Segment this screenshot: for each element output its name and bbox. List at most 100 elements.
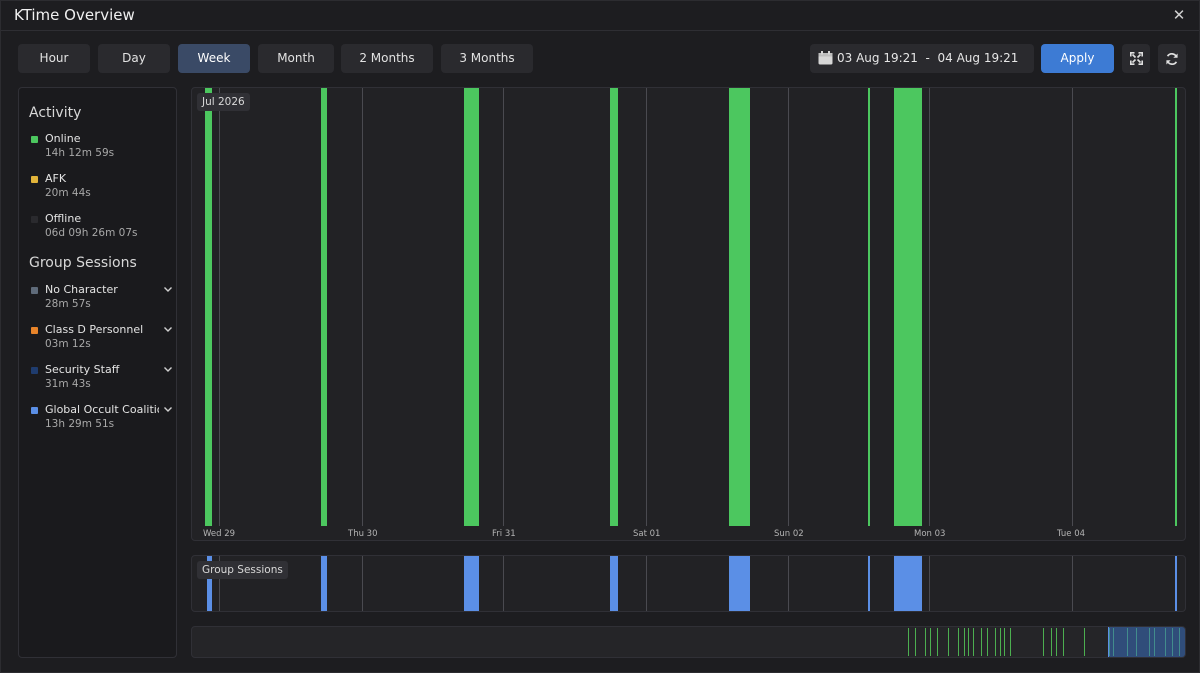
- day-label: Sun 02: [774, 529, 804, 539]
- apply-button[interactable]: Apply: [1041, 44, 1114, 73]
- legend-swatch: [31, 367, 38, 374]
- group-sessions-heading: Group Sessions: [29, 255, 137, 271]
- legend-duration: 20m 44s: [45, 187, 91, 199]
- day-label: Sat 01: [633, 529, 661, 539]
- navigator-activity-tick: [995, 628, 996, 656]
- online-session-bar[interactable]: [464, 88, 479, 526]
- navigator-activity-tick: [987, 628, 988, 656]
- legend-swatch: [31, 216, 38, 223]
- navigator-activity-tick: [915, 628, 916, 656]
- day-grid-line: [1072, 556, 1073, 611]
- legend-duration: 14h 12m 59s: [45, 147, 115, 159]
- legend-duration: 13h 29m 51s: [45, 418, 115, 430]
- date-range-text: 03 Aug 19:21 - 04 Aug 19:21: [837, 51, 1019, 65]
- online-session-bar[interactable]: [1175, 88, 1177, 526]
- legend-swatch: [31, 287, 38, 294]
- group-session-bar[interactable]: [321, 556, 327, 611]
- navigator-activity-tick: [930, 628, 931, 656]
- legend-duration: 31m 43s: [45, 378, 91, 390]
- day-label: Thu 30: [348, 529, 378, 539]
- day-grid-line: [1072, 88, 1073, 526]
- fullscreen-icon: [1129, 52, 1143, 65]
- legend-name: Global Occult Coalition: [45, 403, 159, 416]
- range-button-2-months[interactable]: 2 Months: [341, 44, 433, 73]
- chevron-down-icon[interactable]: [163, 364, 173, 374]
- navigator-activity-tick: [1010, 628, 1011, 656]
- group-session-bar[interactable]: [1175, 556, 1177, 611]
- day-grid-line: [646, 88, 647, 526]
- online-session-bar[interactable]: [729, 88, 750, 526]
- day-label: Fri 31: [492, 529, 516, 539]
- day-grid-line: [929, 556, 930, 611]
- close-icon[interactable]: ✕: [1169, 5, 1189, 25]
- legend-swatch: [31, 176, 38, 183]
- online-session-bar[interactable]: [894, 88, 922, 526]
- navigator-activity-tick: [937, 628, 938, 656]
- legend-duration: 03m 12s: [45, 338, 91, 350]
- title-bar: KTime Overview ✕: [1, 1, 1199, 31]
- navigator-activity-tick: [964, 628, 965, 656]
- navigator-activity-tick: [958, 628, 959, 656]
- day-grid-line: [788, 556, 789, 611]
- legend-swatch: [31, 407, 38, 414]
- navigator-activity-tick: [1004, 628, 1005, 656]
- group-session-bar[interactable]: [894, 556, 922, 611]
- legend-swatch: [31, 136, 38, 143]
- day-grid-line: [503, 88, 504, 526]
- day-grid-line: [219, 88, 220, 526]
- range-button-month[interactable]: Month: [258, 44, 334, 73]
- activity-heading: Activity: [29, 105, 82, 121]
- legend-duration: 06d 09h 26m 07s: [45, 227, 138, 239]
- day-grid-line: [788, 88, 789, 526]
- online-session-bar[interactable]: [610, 88, 618, 526]
- legend-name: Offline: [45, 212, 82, 225]
- navigator-window-handle[interactable]: [1108, 627, 1185, 657]
- group-session-bar[interactable]: [464, 556, 479, 611]
- day-grid-line: [646, 556, 647, 611]
- legend-name: Class D Personnel: [45, 323, 144, 336]
- refresh-button[interactable]: [1158, 44, 1186, 73]
- period-label: Jul 2026: [197, 93, 250, 111]
- group-session-bar[interactable]: [610, 556, 618, 611]
- group-session-bar[interactable]: [729, 556, 750, 611]
- navigator-activity-tick: [1000, 628, 1001, 656]
- navigator-activity-tick: [908, 628, 909, 656]
- navigator-activity-tick: [948, 628, 949, 656]
- navigator-activity-tick: [1084, 628, 1085, 656]
- legend-duration: 28m 57s: [45, 298, 91, 310]
- navigator-activity-tick: [968, 628, 969, 656]
- group-session-bar[interactable]: [868, 556, 870, 611]
- calendar-icon: [818, 51, 833, 65]
- chevron-down-icon[interactable]: [163, 404, 173, 414]
- window-title: KTime Overview: [14, 6, 135, 24]
- fullscreen-button[interactable]: [1122, 44, 1150, 73]
- legend-sidebar: Activity Online 14h 12m 59s AFK 20m 44s Offl…: [18, 87, 177, 658]
- group-sessions-label: Group Sessions: [197, 561, 288, 579]
- day-grid-line: [362, 88, 363, 526]
- chevron-down-icon[interactable]: [163, 284, 173, 294]
- navigator-activity-tick: [925, 628, 926, 656]
- range-button-hour[interactable]: Hour: [18, 44, 90, 73]
- legend-name: Online: [45, 132, 81, 145]
- refresh-icon: [1166, 52, 1178, 65]
- activity-timeline[interactable]: Wed 29 Thu 30 Fri 31 Sat 01 Sun 02 Mon 03 Tue …: [191, 87, 1186, 541]
- day-label: Tue 04: [1057, 529, 1086, 539]
- date-range-picker[interactable]: 03 Aug 19:21 - 04 Aug 19:21: [810, 44, 1034, 73]
- navigator-activity-tick: [973, 628, 974, 656]
- range-button-3-months[interactable]: 3 Months: [441, 44, 533, 73]
- day-grid-line: [503, 556, 504, 611]
- legend-name: Security Staff: [45, 363, 120, 376]
- day-label: Mon 03: [914, 529, 946, 539]
- group-sessions-timeline[interactable]: Group Sessions: [191, 555, 1186, 612]
- timeline-navigator[interactable]: [191, 626, 1186, 658]
- legend-swatch: [31, 327, 38, 334]
- range-button-week[interactable]: Week: [178, 44, 250, 73]
- chevron-down-icon[interactable]: [163, 324, 173, 334]
- day-grid-line: [362, 556, 363, 611]
- navigator-activity-tick: [1056, 628, 1057, 656]
- range-button-day[interactable]: Day: [98, 44, 170, 73]
- online-session-bar[interactable]: [321, 88, 327, 526]
- online-session-bar[interactable]: [205, 88, 212, 526]
- online-session-bar[interactable]: [868, 88, 870, 526]
- legend-name: No Character: [45, 283, 118, 296]
